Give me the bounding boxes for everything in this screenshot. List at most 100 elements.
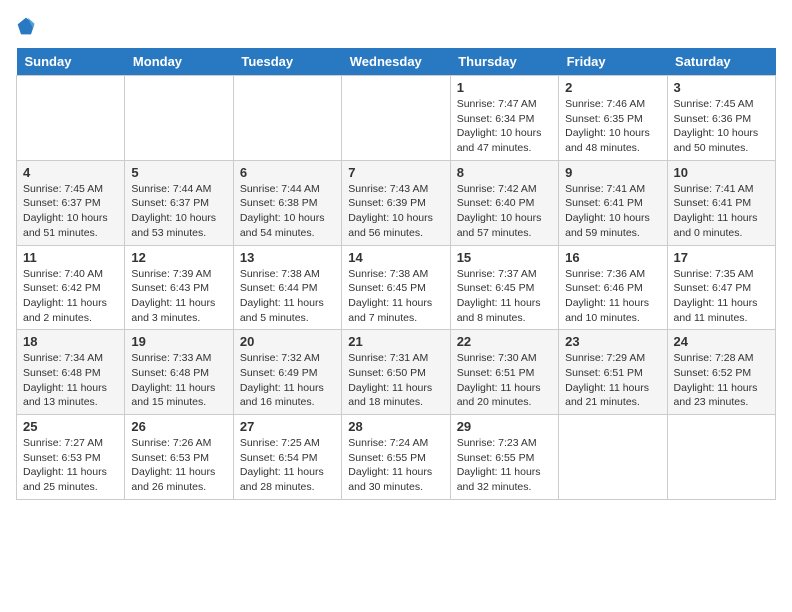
- day-number: 29: [457, 419, 552, 434]
- calendar-cell: 5 Sunrise: 7:44 AMSunset: 6:37 PMDaylight…: [125, 160, 233, 245]
- day-header-wednesday: Wednesday: [342, 48, 450, 76]
- day-detail: Sunrise: 7:43 AMSunset: 6:39 PMDaylight:…: [348, 182, 443, 241]
- day-header-tuesday: Tuesday: [233, 48, 341, 76]
- day-header-sunday: Sunday: [17, 48, 125, 76]
- calendar-cell: 22 Sunrise: 7:30 AMSunset: 6:51 PMDayligh…: [450, 330, 558, 415]
- logo: [16, 16, 40, 36]
- calendar-cell: 21Sunrise: 7:31 AMSunset: 6:50 PMDayligh…: [342, 330, 450, 415]
- calendar-cell: 16 Sunrise: 7:36 AMSunset: 6:46 PMDayligh…: [559, 245, 667, 330]
- calendar-cell: 3 Sunrise: 7:45 AMSunset: 6:36 PMDaylight…: [667, 76, 775, 161]
- day-number: 17: [674, 250, 769, 265]
- calendar-cell: [17, 76, 125, 161]
- calendar-cell: 4Sunrise: 7:45 AMSunset: 6:37 PMDaylight…: [17, 160, 125, 245]
- day-detail: Sunrise: 7:38 AMSunset: 6:45 PMDaylight:…: [348, 267, 443, 326]
- calendar-cell: 2 Sunrise: 7:46 AMSunset: 6:35 PMDaylight…: [559, 76, 667, 161]
- day-detail: Sunrise: 7:23 AMSunset: 6:55 PMDaylight:…: [457, 436, 552, 495]
- day-detail: Sunrise: 7:44 AMSunset: 6:38 PMDaylight:…: [240, 182, 335, 241]
- day-number: 24: [674, 334, 769, 349]
- calendar-cell: 6 Sunrise: 7:44 AMSunset: 6:38 PMDaylight…: [233, 160, 341, 245]
- calendar-cell: [233, 76, 341, 161]
- logo-icon: [16, 16, 36, 36]
- day-detail: Sunrise: 7:37 AMSunset: 6:45 PMDaylight:…: [457, 267, 552, 326]
- day-detail: Sunrise: 7:47 AMSunset: 6:34 PMDaylight:…: [457, 97, 552, 156]
- calendar-cell: 1 Sunrise: 7:47 AMSunset: 6:34 PMDaylight…: [450, 76, 558, 161]
- day-detail: Sunrise: 7:45 AMSunset: 6:36 PMDaylight:…: [674, 97, 769, 156]
- day-number: 5: [131, 165, 226, 180]
- day-number: 22: [457, 334, 552, 349]
- day-number: 21: [348, 334, 443, 349]
- day-header-thursday: Thursday: [450, 48, 558, 76]
- day-number: 28: [348, 419, 443, 434]
- calendar-cell: 17 Sunrise: 7:35 AMSunset: 6:47 PMDayligh…: [667, 245, 775, 330]
- calendar-cell: 29 Sunrise: 7:23 AMSunset: 6:55 PMDayligh…: [450, 415, 558, 500]
- calendar-cell: [667, 415, 775, 500]
- day-detail: Sunrise: 7:24 AMSunset: 6:55 PMDaylight:…: [348, 436, 443, 495]
- day-number: 12: [131, 250, 226, 265]
- calendar-cell: [559, 415, 667, 500]
- calendar-table: SundayMondayTuesdayWednesdayThursdayFrid…: [16, 48, 776, 500]
- day-number: 23: [565, 334, 660, 349]
- day-detail: Sunrise: 7:34 AMSunset: 6:48 PMDaylight:…: [23, 351, 118, 410]
- day-number: 10: [674, 165, 769, 180]
- header: [16, 16, 776, 36]
- day-number: 19: [131, 334, 226, 349]
- day-detail: Sunrise: 7:36 AMSunset: 6:46 PMDaylight:…: [565, 267, 660, 326]
- day-detail: Sunrise: 7:40 AMSunset: 6:42 PMDaylight:…: [23, 267, 118, 326]
- day-number: 16: [565, 250, 660, 265]
- week-row-1: 1 Sunrise: 7:47 AMSunset: 6:34 PMDaylight…: [17, 76, 776, 161]
- day-number: 13: [240, 250, 335, 265]
- calendar-cell: 26 Sunrise: 7:26 AMSunset: 6:53 PMDayligh…: [125, 415, 233, 500]
- day-detail: Sunrise: 7:45 AMSunset: 6:37 PMDaylight:…: [23, 182, 118, 241]
- day-number: 25: [23, 419, 118, 434]
- calendar-cell: 11 Sunrise: 7:40 AMSunset: 6:42 PMDayligh…: [17, 245, 125, 330]
- week-row-4: 18 Sunrise: 7:34 AMSunset: 6:48 PMDayligh…: [17, 330, 776, 415]
- day-number: 6: [240, 165, 335, 180]
- day-number: 27: [240, 419, 335, 434]
- day-number: 26: [131, 419, 226, 434]
- calendar-cell: 24Sunrise: 7:28 AMSunset: 6:52 PMDayligh…: [667, 330, 775, 415]
- calendar-cell: 27 Sunrise: 7:25 AMSunset: 6:54 PMDayligh…: [233, 415, 341, 500]
- day-detail: Sunrise: 7:41 AMSunset: 6:41 PMDaylight:…: [565, 182, 660, 241]
- day-number: 1: [457, 80, 552, 95]
- day-header-friday: Friday: [559, 48, 667, 76]
- day-number: 18: [23, 334, 118, 349]
- day-detail: Sunrise: 7:38 AMSunset: 6:44 PMDaylight:…: [240, 267, 335, 326]
- calendar-cell: 8 Sunrise: 7:42 AMSunset: 6:40 PMDaylight…: [450, 160, 558, 245]
- calendar-cell: 13 Sunrise: 7:38 AMSunset: 6:44 PMDayligh…: [233, 245, 341, 330]
- day-number: 3: [674, 80, 769, 95]
- day-detail: Sunrise: 7:25 AMSunset: 6:54 PMDaylight:…: [240, 436, 335, 495]
- day-number: 2: [565, 80, 660, 95]
- day-detail: Sunrise: 7:33 AMSunset: 6:48 PMDaylight:…: [131, 351, 226, 410]
- day-number: 20: [240, 334, 335, 349]
- day-number: 9: [565, 165, 660, 180]
- day-detail: Sunrise: 7:39 AMSunset: 6:43 PMDaylight:…: [131, 267, 226, 326]
- day-number: 8: [457, 165, 552, 180]
- week-row-2: 4Sunrise: 7:45 AMSunset: 6:37 PMDaylight…: [17, 160, 776, 245]
- day-detail: Sunrise: 7:42 AMSunset: 6:40 PMDaylight:…: [457, 182, 552, 241]
- day-number: 11: [23, 250, 118, 265]
- day-detail: Sunrise: 7:30 AMSunset: 6:51 PMDaylight:…: [457, 351, 552, 410]
- day-detail: Sunrise: 7:27 AMSunset: 6:53 PMDaylight:…: [23, 436, 118, 495]
- day-detail: Sunrise: 7:44 AMSunset: 6:37 PMDaylight:…: [131, 182, 226, 241]
- day-detail: Sunrise: 7:35 AMSunset: 6:47 PMDaylight:…: [674, 267, 769, 326]
- day-header-monday: Monday: [125, 48, 233, 76]
- calendar-cell: 7 Sunrise: 7:43 AMSunset: 6:39 PMDaylight…: [342, 160, 450, 245]
- calendar-cell: 28 Sunrise: 7:24 AMSunset: 6:55 PMDayligh…: [342, 415, 450, 500]
- day-number: 7: [348, 165, 443, 180]
- day-detail: Sunrise: 7:29 AMSunset: 6:51 PMDaylight:…: [565, 351, 660, 410]
- calendar-cell: 15 Sunrise: 7:37 AMSunset: 6:45 PMDayligh…: [450, 245, 558, 330]
- day-header-saturday: Saturday: [667, 48, 775, 76]
- day-detail: Sunrise: 7:46 AMSunset: 6:35 PMDaylight:…: [565, 97, 660, 156]
- week-row-3: 11 Sunrise: 7:40 AMSunset: 6:42 PMDayligh…: [17, 245, 776, 330]
- calendar-cell: 12 Sunrise: 7:39 AMSunset: 6:43 PMDayligh…: [125, 245, 233, 330]
- calendar-cell: 20Sunrise: 7:32 AMSunset: 6:49 PMDayligh…: [233, 330, 341, 415]
- week-row-5: 25 Sunrise: 7:27 AMSunset: 6:53 PMDayligh…: [17, 415, 776, 500]
- day-number: 14: [348, 250, 443, 265]
- day-number: 15: [457, 250, 552, 265]
- day-detail: Sunrise: 7:26 AMSunset: 6:53 PMDaylight:…: [131, 436, 226, 495]
- calendar-cell: [342, 76, 450, 161]
- header-row: SundayMondayTuesdayWednesdayThursdayFrid…: [17, 48, 776, 76]
- calendar-cell: 25 Sunrise: 7:27 AMSunset: 6:53 PMDayligh…: [17, 415, 125, 500]
- calendar-cell: 19 Sunrise: 7:33 AMSunset: 6:48 PMDayligh…: [125, 330, 233, 415]
- day-detail: Sunrise: 7:41 AMSunset: 6:41 PMDaylight:…: [674, 182, 769, 241]
